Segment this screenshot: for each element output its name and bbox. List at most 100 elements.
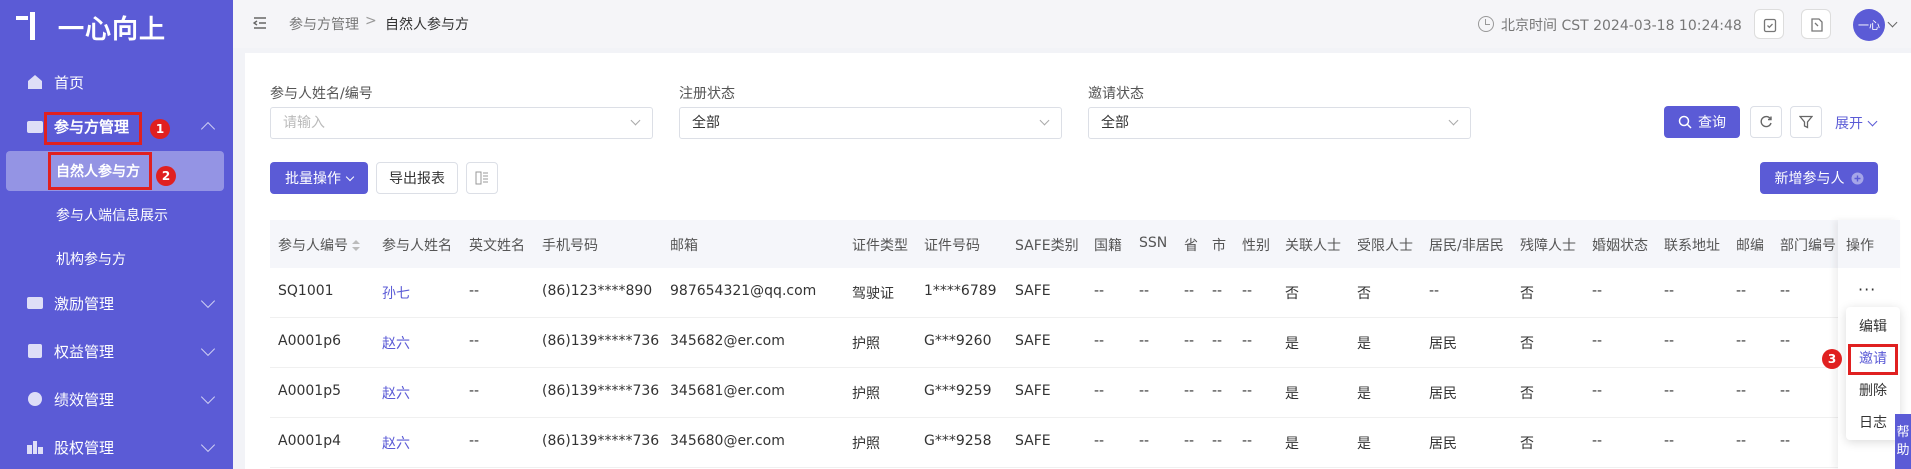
sidebar-item-label: 绩效管理 — [54, 390, 115, 409]
table-cell: -- — [1094, 283, 1105, 299]
logo[interactable]: 一心向上 — [16, 10, 167, 45]
sidebar: 一心向上 首页 参与方管理 自然人参与方 参与人端信息展示 机构参与方 激励管理… — [0, 0, 233, 469]
table-cell: -- — [1212, 383, 1223, 399]
chevron-down-icon — [200, 389, 216, 404]
participant-name-link[interactable]: 赵六 — [382, 383, 410, 403]
clipboard-check-icon — [1763, 18, 1777, 33]
table-cell: -- — [1429, 283, 1440, 299]
participant-name-link[interactable]: 赵六 — [382, 433, 410, 453]
participant-icon — [27, 121, 43, 133]
column-header: 邮箱 — [670, 238, 698, 254]
table-cell: 345682@er.com — [670, 333, 785, 349]
clipboard-button[interactable] — [1754, 9, 1784, 39]
registration-status-select[interactable]: 全部 — [679, 107, 1062, 139]
chevron-down-icon — [200, 437, 216, 452]
sidebar-subitem-institution[interactable]: 机构参与方 — [56, 239, 126, 279]
table-header: 参与人编号 参与人姓名 英文姓名 手机号码 邮箱 证件类型 证件号码 SAFE类… — [270, 220, 1881, 268]
column-header: 手机号码 — [542, 238, 598, 254]
table-cell: (86)139*****736 — [542, 433, 660, 449]
table-cell: -- — [1094, 433, 1105, 449]
menu-collapse-icon[interactable] — [253, 16, 267, 30]
sidebar-subitem-label: 参与人端信息展示 — [56, 208, 168, 224]
table-cell: -- — [1184, 333, 1195, 349]
table-cell: 否 — [1520, 336, 1534, 352]
table-cell: (86)139*****736 — [542, 333, 660, 349]
filter-invite-label: 邀请状态 — [1088, 86, 1144, 102]
table-cell: A0001p5 — [278, 383, 341, 399]
invite-status-select[interactable]: 全部 — [1088, 107, 1471, 139]
table-cell: -- — [1664, 283, 1675, 299]
table-cell: -- — [1212, 283, 1223, 299]
more-actions-icon[interactable]: ··· — [1858, 280, 1876, 299]
sidebar-item-label: 首页 — [54, 73, 85, 92]
sidebar-item-home[interactable]: 首页 — [0, 62, 233, 102]
table-cell: -- — [1736, 433, 1747, 449]
table-cell: -- — [1242, 283, 1253, 299]
table-cell: -- — [1094, 333, 1105, 349]
breadcrumb-parent[interactable]: 参与方管理 — [289, 14, 359, 34]
column-header: 证件类型 — [852, 238, 908, 254]
table-cell: -- — [1780, 433, 1791, 449]
table-row: A0001p4 赵六 -- (86)139*****736 345680@er.… — [270, 418, 1881, 468]
sidebar-subitem-participant-info[interactable]: 参与人端信息展示 — [56, 195, 168, 235]
table-row: A0001p5 赵六 -- (86)139*****736 345681@er.… — [270, 368, 1881, 418]
sort-icon[interactable] — [352, 240, 360, 252]
reset-button[interactable] — [1750, 106, 1782, 138]
breadcrumb-separator: > — [365, 13, 377, 29]
column-header: 性别 — [1242, 238, 1270, 254]
sidebar-item-stock[interactable]: 股权管理 — [0, 427, 233, 467]
export-report-label: 导出报表 — [389, 171, 445, 187]
annotation-box-2 — [48, 152, 152, 190]
menu-item-edit[interactable]: 编辑 — [1846, 313, 1900, 339]
expand-filters-link[interactable]: 展开 — [1835, 113, 1878, 133]
table-cell: A0001p6 — [278, 333, 341, 349]
user-avatar[interactable]: 一心 — [1853, 9, 1885, 41]
table-cell: SAFE — [1015, 383, 1051, 399]
table-cell: -- — [1184, 433, 1195, 449]
participant-name-link[interactable]: 赵六 — [382, 333, 410, 353]
batch-actions-label: 批量操作 — [285, 171, 341, 187]
menu-item-delete[interactable]: 删除 — [1846, 377, 1900, 403]
table-cell: G***9258 — [924, 433, 992, 449]
column-settings-icon — [475, 171, 488, 185]
column-header[interactable]: 参与人编号 — [278, 235, 360, 255]
column-settings-button[interactable] — [466, 162, 498, 194]
search-icon — [1678, 115, 1692, 129]
logo-text: 一心向上 — [58, 14, 167, 45]
sidebar-item-incentive[interactable]: 激励管理 — [0, 283, 233, 323]
column-header: 国籍 — [1094, 238, 1122, 254]
table-cell: -- — [1780, 283, 1791, 299]
participant-name-link[interactable]: 孙七 — [382, 283, 410, 303]
table-cell: -- — [469, 383, 480, 399]
table-cell: (86)123****890 — [542, 283, 653, 299]
sidebar-item-equity[interactable]: 权益管理 — [0, 331, 233, 371]
clock-icon — [1478, 16, 1494, 32]
table-cell: 是 — [1357, 336, 1371, 352]
table-cell: -- — [1592, 383, 1603, 399]
equity-icon — [28, 344, 42, 358]
export-report-button[interactable]: 导出报表 — [376, 162, 458, 194]
annotation-box-3 — [1848, 344, 1898, 375]
table-cell: 是 — [1357, 386, 1371, 402]
menu-item-log[interactable]: 日志 — [1846, 409, 1900, 435]
table-cell: -- — [1242, 383, 1253, 399]
logo-mark-icon — [16, 12, 50, 42]
table-cell: 是 — [1285, 436, 1299, 452]
sidebar-subitem-label: 机构参与方 — [56, 252, 126, 268]
export-button[interactable] — [1801, 9, 1831, 39]
participant-search-input[interactable] — [270, 107, 653, 139]
chevron-down-icon[interactable] — [1887, 17, 1898, 28]
table-cell: 否 — [1357, 286, 1371, 302]
table-cell: -- — [1184, 383, 1195, 399]
filter-button[interactable] — [1790, 106, 1822, 138]
table-cell: G***9260 — [924, 333, 992, 349]
query-button[interactable]: 查询 — [1664, 106, 1740, 138]
batch-actions-button[interactable]: 批量操作 — [270, 162, 368, 194]
table-cell: -- — [1242, 433, 1253, 449]
help-tab[interactable]: 帮助 — [1895, 414, 1911, 469]
table-cell: -- — [469, 433, 480, 449]
column-header: 邮编 — [1736, 238, 1764, 254]
column-header-label: 参与人编号 — [278, 238, 348, 254]
sidebar-item-performance[interactable]: 绩效管理 — [0, 379, 233, 419]
add-participant-button[interactable]: 新增参与人 — [1760, 162, 1878, 194]
